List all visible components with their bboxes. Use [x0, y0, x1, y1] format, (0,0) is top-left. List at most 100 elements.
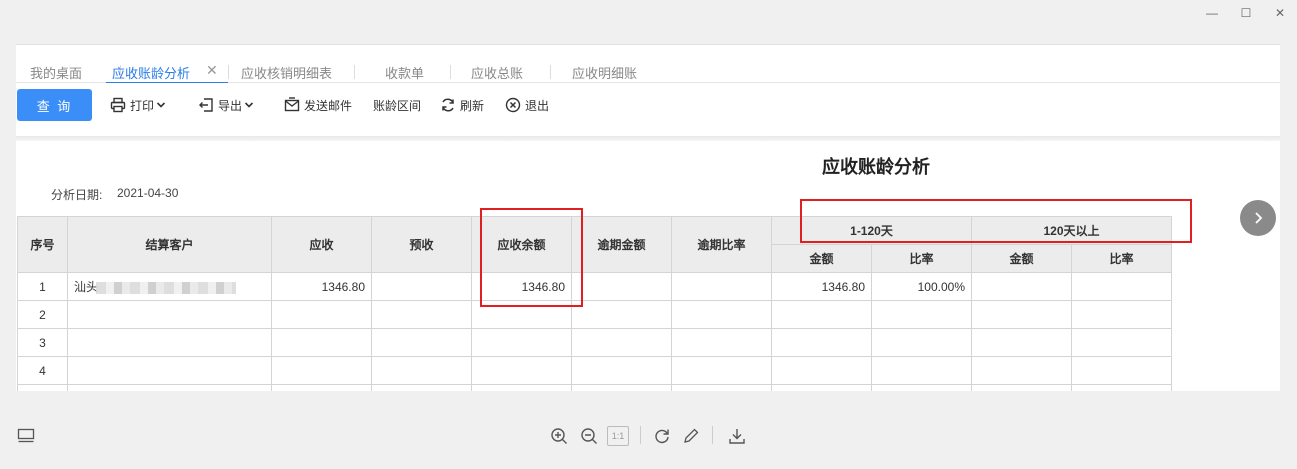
zoom-out-icon[interactable]: [579, 426, 599, 446]
header-prepaid: 预收: [371, 216, 472, 273]
cell-receivable: [271, 384, 372, 391]
close-window-button[interactable]: ✕: [1263, 6, 1297, 20]
export-label: 导出: [218, 98, 243, 113]
exit-button[interactable]: 退出: [505, 95, 549, 115]
tab-ar-detail-ledger[interactable]: 应收明细账: [572, 63, 637, 82]
mail-icon: [284, 97, 300, 112]
toolbar: 查 询 打印 导出 发送邮件 账龄区间 刷新 退出: [16, 83, 1280, 137]
cell-overdue-ratio: [671, 272, 772, 301]
cell-overdue-ratio: [671, 384, 772, 391]
table-row[interactable]: 4: [17, 356, 1172, 385]
header-balance: 应收余额: [471, 216, 572, 273]
cell-g1-amount: [771, 356, 872, 385]
cell-customer: [67, 356, 272, 385]
cell-overdue-amount: [571, 300, 672, 329]
tab-close-icon[interactable]: ✕: [206, 62, 218, 79]
cell-overdue-ratio: [671, 300, 772, 329]
header-seq: 序号: [17, 216, 68, 273]
cell-seq: 1: [17, 272, 68, 301]
aging-range-button[interactable]: 账龄区间: [373, 95, 421, 115]
tab-ar-aging-analysis[interactable]: 应收账龄分析: [112, 63, 190, 82]
cell-overdue-amount: [571, 384, 672, 391]
pencil-icon[interactable]: [681, 426, 701, 446]
tab-my-desktop[interactable]: 我的桌面: [30, 63, 82, 82]
chevron-down-icon: [244, 102, 254, 108]
report-title: 应收账龄分析: [822, 157, 930, 177]
table-row[interactable]: 1 汕头 1346.80 1346.80 1346.80 100.00%: [17, 272, 1172, 301]
cell-g1-ratio: [871, 300, 972, 329]
next-page-button[interactable]: [1240, 200, 1276, 236]
toolbar-divider: [640, 426, 641, 444]
header-overdue-ratio: 逾期比率: [671, 216, 772, 273]
export-icon: [199, 98, 213, 112]
table-row[interactable]: 2: [17, 300, 1172, 329]
toolbar-divider: [712, 426, 713, 444]
send-mail-label: 发送邮件: [304, 98, 353, 113]
cell-seq: 3: [17, 328, 68, 357]
cell-overdue-ratio: [671, 328, 772, 357]
main-panel: 我的桌面 应收账龄分析 ✕ 应收核销明细表 收款单 应收总账 应收明细账 查 询…: [16, 44, 1280, 391]
header-overdue-amount: 逾期金额: [571, 216, 672, 273]
cell-g1-amount: 1346.80: [771, 272, 872, 301]
redacted-text: [96, 281, 237, 294]
exit-label: 退出: [525, 98, 550, 113]
export-button[interactable]: 导出: [198, 95, 258, 115]
zoom-in-icon[interactable]: [549, 426, 569, 446]
cell-customer: [67, 328, 272, 357]
analysis-date-label: 分析日期:: [51, 188, 103, 202]
print-label: 打印: [130, 98, 155, 113]
chevron-down-icon: [156, 102, 166, 108]
table-row[interactable]: [17, 384, 1172, 391]
header-customer: 结算客户: [67, 216, 272, 273]
tab-divider: [354, 65, 355, 79]
rotate-icon[interactable]: [652, 426, 672, 446]
print-button[interactable]: 打印: [110, 95, 170, 115]
cell-seq: 2: [17, 300, 68, 329]
header-g1-ratio: 比率: [871, 244, 972, 273]
cell-prepaid: [371, 356, 472, 385]
cell-g1-ratio: [871, 356, 972, 385]
analysis-date-value: 2021-04-30: [117, 186, 179, 200]
cell-prepaid: [371, 384, 472, 391]
download-icon[interactable]: [727, 426, 747, 446]
cell-balance: [471, 328, 572, 357]
tab-bar: 我的桌面 应收账龄分析 ✕ 应收核销明细表 收款单 应收总账 应收明细账: [16, 45, 1280, 84]
cell-g1-amount: [771, 328, 872, 357]
cell-g1-amount: [771, 384, 872, 391]
cell-prepaid: [371, 300, 472, 329]
printer-icon: [110, 97, 126, 113]
actual-size-button[interactable]: 1:1: [607, 426, 629, 446]
cell-customer: 汕头: [67, 272, 272, 301]
cell-g1-amount: [771, 300, 872, 329]
cell-g2-amount: [971, 328, 1072, 357]
query-button[interactable]: 查 询: [17, 89, 92, 121]
cell-balance: [471, 384, 572, 391]
table-row[interactable]: 3: [17, 328, 1172, 357]
refresh-button[interactable]: 刷新: [440, 95, 484, 115]
toolbar-divider: [16, 136, 1280, 141]
cell-balance: [471, 300, 572, 329]
minimize-button[interactable]: —: [1195, 6, 1229, 20]
cell-overdue-ratio: [671, 356, 772, 385]
cell-g2-ratio: [1071, 384, 1172, 391]
close-circle-icon: [505, 97, 521, 113]
cell-g2-ratio: [1071, 272, 1172, 301]
cell-overdue-amount: [571, 356, 672, 385]
cell-seq: [17, 384, 68, 391]
tab-ar-writeoff-detail[interactable]: 应收核销明细表: [241, 63, 332, 82]
tab-ar-general-ledger[interactable]: 应收总账: [471, 63, 523, 82]
aging-table: 序号 结算客户 应收 预收 应收余额 逾期金额 逾期比率 1-120天 120天…: [17, 216, 1172, 391]
cell-receivable: [271, 300, 372, 329]
maximize-button[interactable]: ☐: [1229, 6, 1263, 20]
chevron-right-icon: [1255, 212, 1263, 224]
cell-g2-ratio: [1071, 328, 1172, 357]
cell-g2-amount: [971, 384, 1072, 391]
tab-divider: [450, 65, 451, 79]
tab-receipt[interactable]: 收款单: [385, 63, 424, 82]
layout-toggle-icon[interactable]: [16, 426, 36, 446]
send-mail-button[interactable]: 发送邮件: [284, 95, 352, 115]
cell-g2-amount: [971, 272, 1072, 301]
cell-g1-ratio: [871, 328, 972, 357]
cell-balance: 1346.80: [471, 272, 572, 301]
cell-balance: [471, 356, 572, 385]
